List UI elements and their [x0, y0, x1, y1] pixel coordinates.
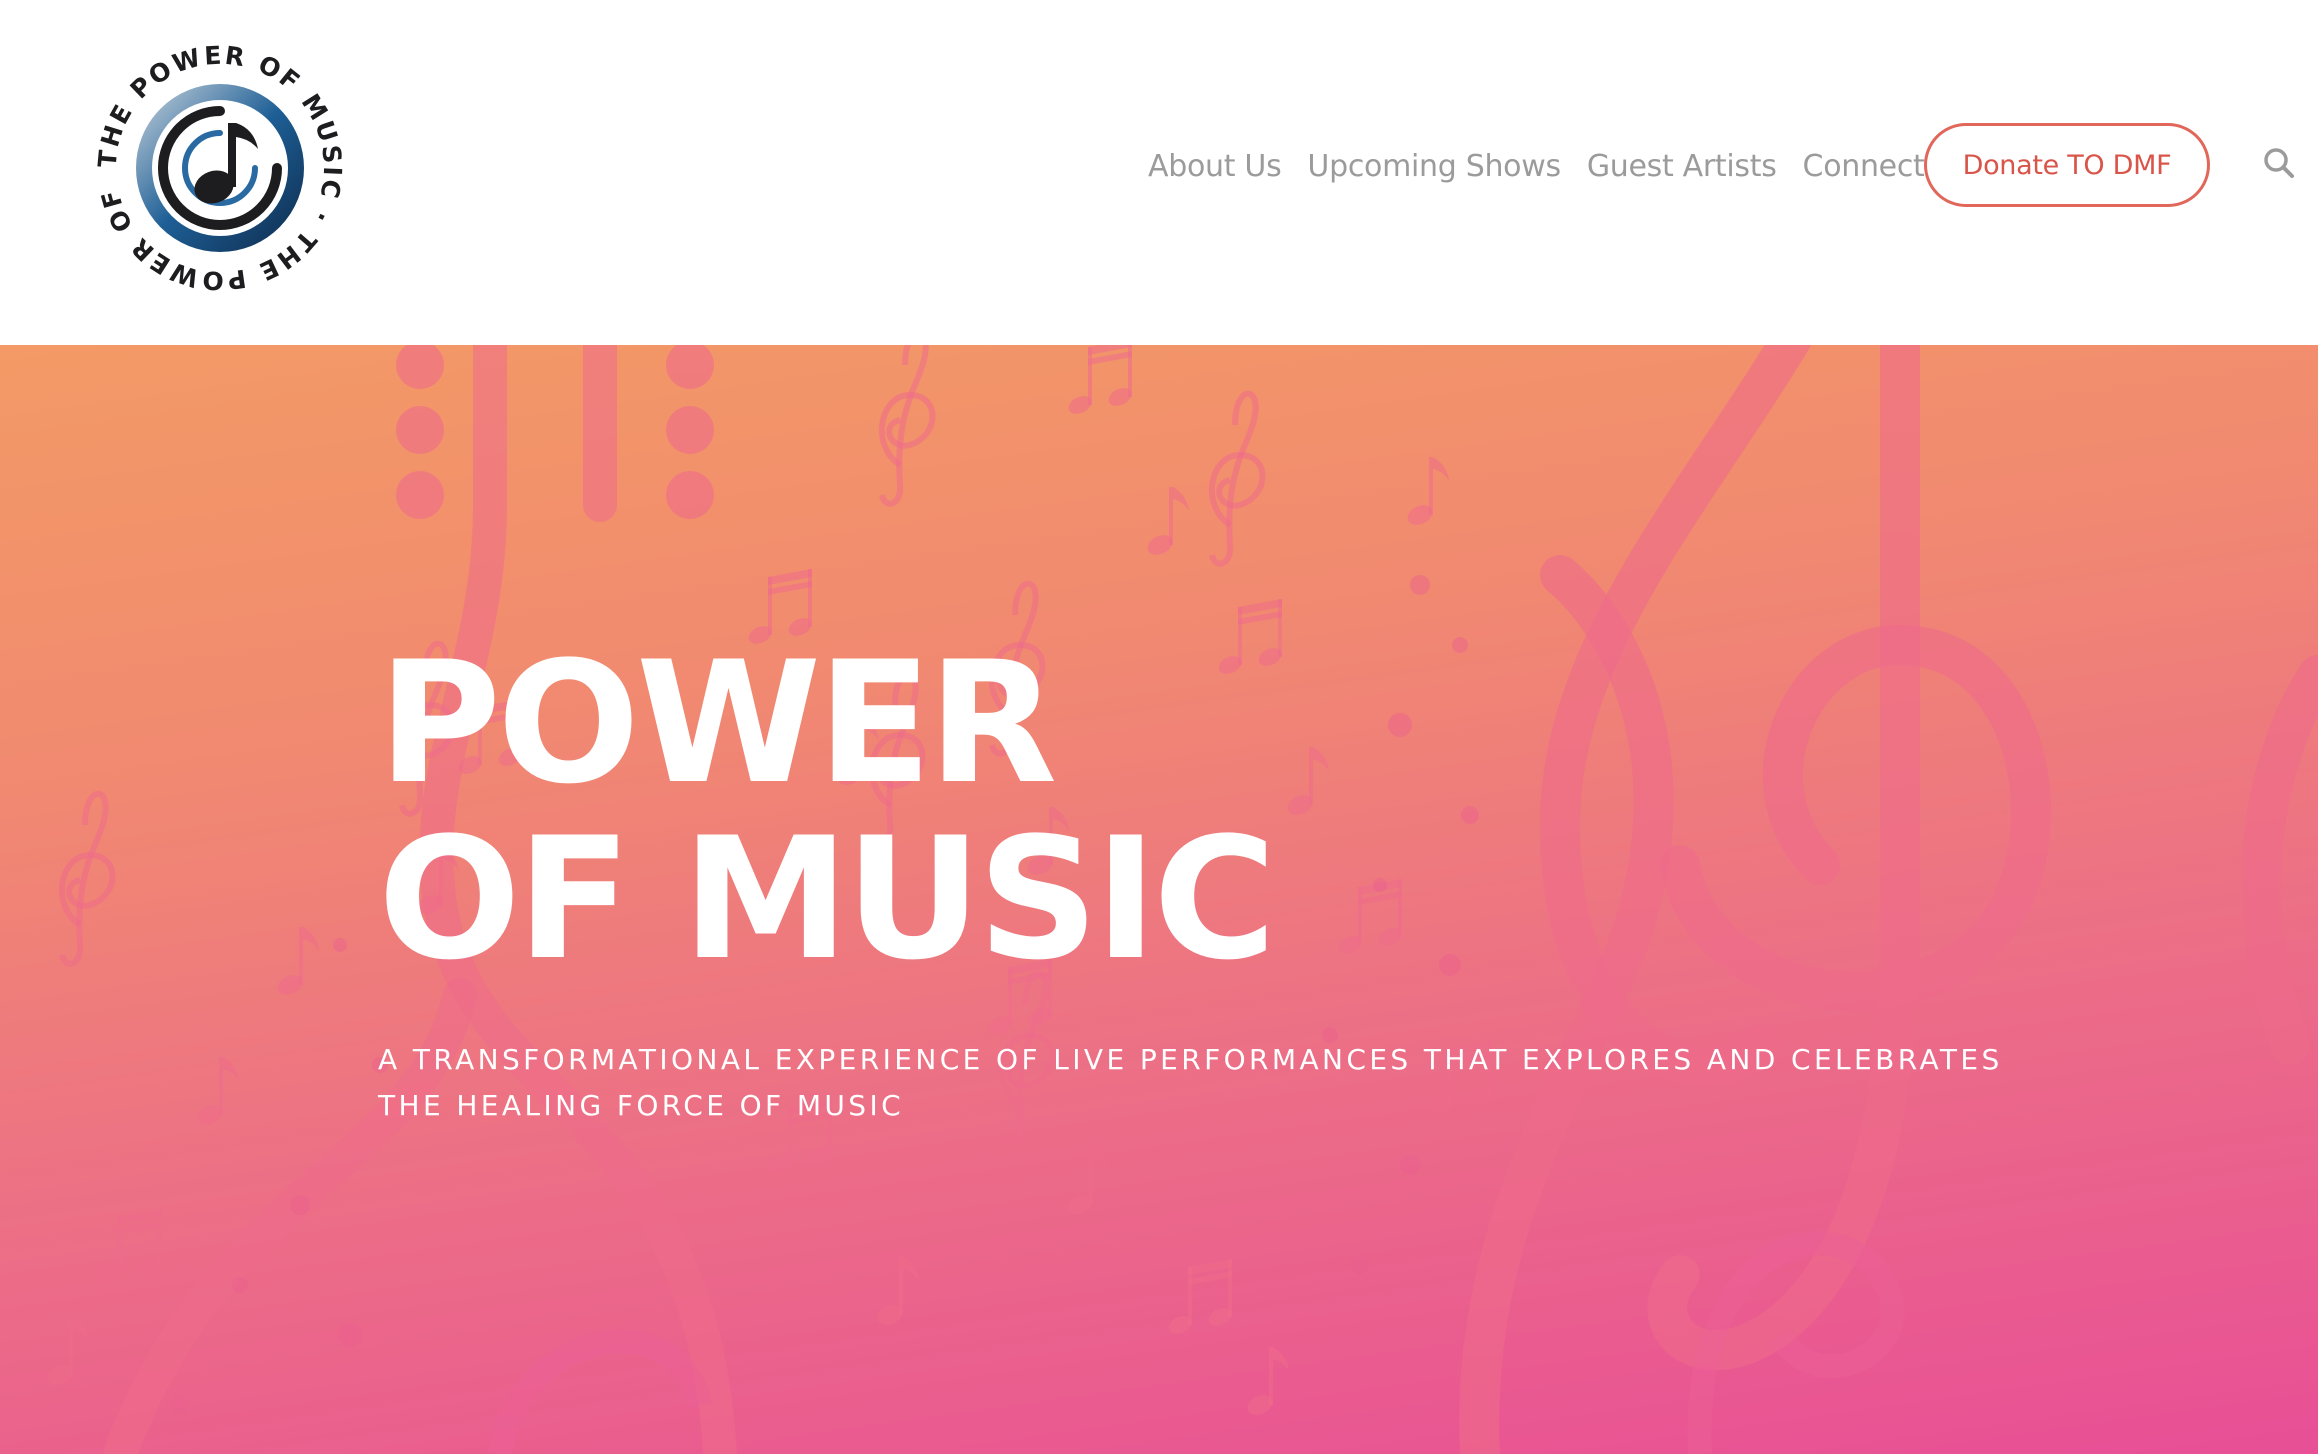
nav-link-guest-artists[interactable]: Guest Artists — [1587, 149, 1777, 184]
nav-link-upcoming-shows[interactable]: Upcoming Shows — [1307, 149, 1561, 184]
nav-link-about-us[interactable]: About Us — [1148, 149, 1282, 184]
hero-title: POWER OF MUSIC — [378, 625, 1276, 997]
main-nav: About Us Upcoming Shows Guest Artists Co… — [1148, 140, 1925, 192]
search-button[interactable] — [2262, 146, 2296, 180]
search-icon — [2264, 148, 2294, 178]
hero-subtitle: A TRANSFORMATIONAL EXPERIENCE OF LIVE PE… — [378, 1043, 2003, 1122]
power-of-music-logo: THE POWER OF MUSIC · THE POWER OF MUSIC … — [71, 10, 347, 296]
site-logo[interactable]: THE POWER OF MUSIC · THE POWER OF MUSIC … — [71, 10, 355, 303]
svg-text:THE POWER OF MUSIC · THE POWER: THE POWER OF MUSIC · THE POWER OF MUSIC … — [85, 33, 347, 296]
hero-section: POWER OF MUSIC A TRANSFORMATIONAL EXPERI… — [0, 345, 2318, 1454]
site-header: THE POWER OF MUSIC · THE POWER OF MUSIC … — [0, 0, 2318, 345]
nav-link-connect[interactable]: Connect — [1803, 149, 1925, 184]
hero-title-line-2: OF MUSIC — [378, 801, 1276, 997]
logo-ring-text: THE POWER OF MUSIC · THE POWER OF MUSIC … — [71, 10, 345, 296]
page: THE POWER OF MUSIC · THE POWER OF MUSIC … — [0, 0, 2318, 1454]
hero-title-line-1: POWER — [378, 625, 1057, 821]
donate-button[interactable]: Donate TO DMF — [1924, 123, 2210, 207]
